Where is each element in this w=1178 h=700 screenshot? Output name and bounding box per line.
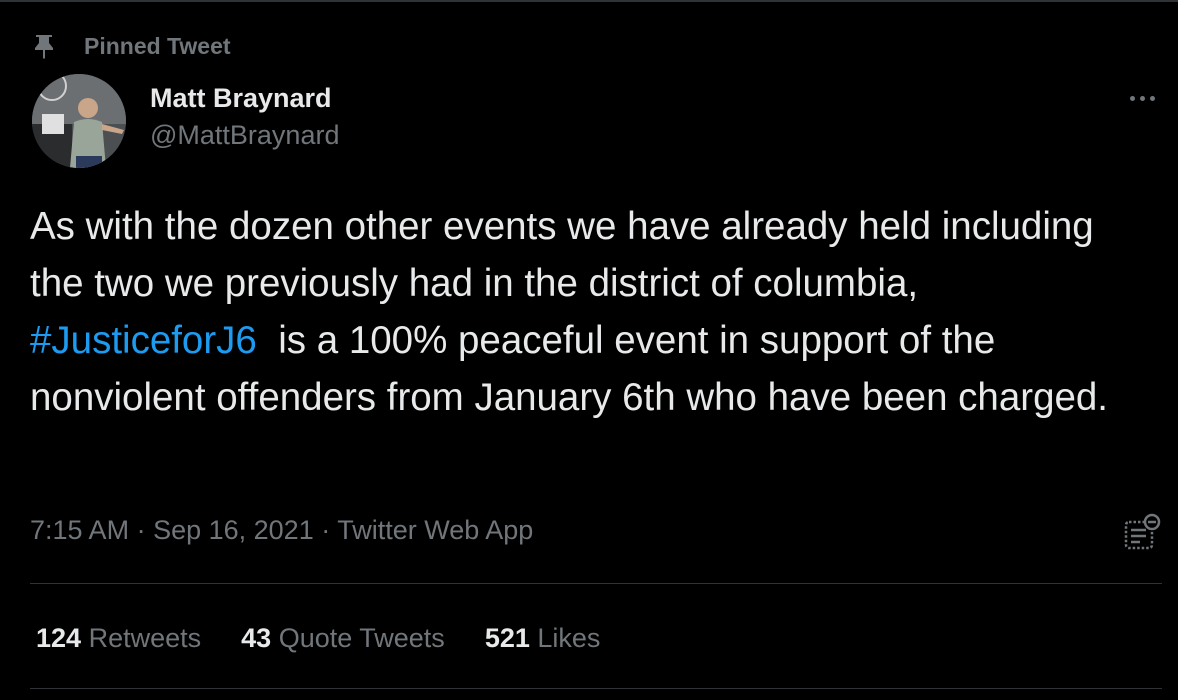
tweet-text: As with the dozen other events we have a… [30,198,1140,426]
author-info[interactable]: Matt Braynard @MattBraynard [150,80,339,154]
divider [30,688,1162,689]
quote-tweets-count: 43 [241,623,272,653]
hashtag-link[interactable]: #JusticeforJ6 [30,319,257,362]
likes-count: 521 [484,623,530,653]
retweets-stat[interactable]: 124 Retweets [36,618,201,658]
likes-stat[interactable]: 521 Likes [485,618,601,658]
meta-separator: · [313,515,338,545]
retweets-label: Retweets [88,623,202,653]
author-handle[interactable]: @MattBraynard [150,116,339,154]
tweet-time[interactable]: 7:15 AM [30,515,129,545]
tweet-activity-icon[interactable] [1122,512,1164,554]
quote-tweets-stat[interactable]: 43 Quote Tweets [241,618,445,658]
tweet-date[interactable]: Sep 16, 2021 [153,515,314,545]
tweet-source[interactable]: Twitter Web App [337,515,533,545]
pinned-label: Pinned Tweet [84,32,231,59]
divider [30,583,1162,584]
more-horizontal-icon[interactable] [1122,86,1162,110]
tweet-stats: 124 Retweets 43 Quote Tweets 521 Likes [36,618,640,658]
tweet-detail: Pinned Tweet Matt Braynard @MattBraynard… [0,0,1178,700]
retweets-count: 124 [36,623,82,653]
quote-tweets-label: Quote Tweets [278,623,445,653]
meta-separator: · [129,515,154,545]
likes-label: Likes [537,623,601,653]
tweet-metadata: 7:15 AM · Sep 16, 2021 · Twitter Web App [30,510,533,550]
pinned-indicator: Pinned Tweet [30,30,231,62]
tweet-text-part-1: As with the dozen other events we have a… [30,205,1105,305]
author-display-name[interactable]: Matt Braynard [150,80,339,116]
pin-icon [30,32,58,60]
avatar[interactable] [32,74,126,168]
